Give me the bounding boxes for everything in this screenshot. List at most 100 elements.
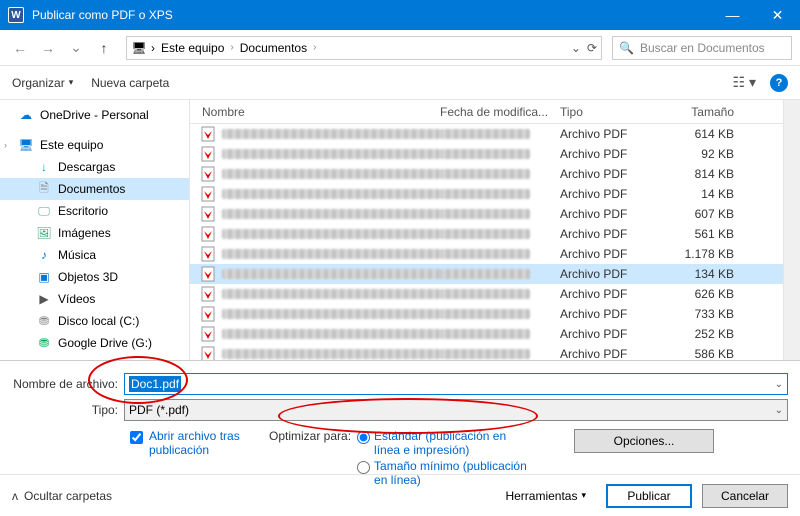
obj3d-icon: ▣ — [36, 270, 52, 284]
breadcrumb-item[interactable]: Este equipo — [159, 41, 226, 55]
file-date-redacted — [440, 289, 530, 299]
recent-dropdown[interactable]: ⌄ — [64, 36, 88, 60]
file-name-redacted — [222, 269, 440, 279]
col-date[interactable]: Fecha de modifica... — [440, 105, 560, 119]
window-title: Publicar como PDF o XPS — [32, 8, 710, 22]
table-row[interactable]: Archivo PDF614 KB — [190, 124, 783, 144]
table-row[interactable]: Archivo PDF733 KB — [190, 304, 783, 324]
help-button[interactable]: ? — [770, 74, 788, 92]
chevron-icon[interactable]: › — [4, 140, 7, 150]
file-size: 626 KB — [670, 287, 750, 301]
sidebar-item[interactable]: ▶ Vídeos — [0, 288, 189, 310]
sidebar-item[interactable]: ⛃ Google Drive (G:) — [0, 332, 189, 354]
pdf-icon — [200, 326, 216, 342]
optimize-label: Optimizar para: — [269, 429, 351, 443]
sidebar-item-label: Google Drive (G:) — [58, 336, 152, 350]
sidebar-item[interactable]: ♪Música — [0, 244, 189, 266]
sidebar-item[interactable]: ›🖥Este equipo — [0, 134, 189, 156]
images-icon: 🖼 — [36, 226, 52, 240]
type-dropdown-icon[interactable]: ⌄ — [775, 405, 783, 416]
minimize-button[interactable]: — — [710, 0, 755, 30]
file-size: 561 KB — [670, 227, 750, 241]
organize-menu[interactable]: Organizar▾ — [12, 76, 73, 90]
file-date-redacted — [440, 149, 530, 159]
table-row[interactable]: Archivo PDF607 KB — [190, 204, 783, 224]
table-row[interactable]: Archivo PDF252 KB — [190, 324, 783, 344]
table-row[interactable]: Archivo PDF1.178 KB — [190, 244, 783, 264]
type-combo[interactable]: PDF (*.pdf) ⌄ — [124, 399, 788, 421]
breadcrumb-item[interactable]: Documentos — [238, 41, 309, 55]
file-type: Archivo PDF — [560, 187, 670, 201]
breadcrumb[interactable]: Este equipo › Documentos › — [159, 41, 318, 55]
tools-menu[interactable]: Herramientas▾ — [505, 489, 586, 503]
pdf-icon — [200, 266, 216, 282]
pc-icon: 🖥 — [18, 138, 34, 152]
sidebar-item-label: Vídeos — [58, 292, 95, 306]
table-row[interactable]: Archivo PDF92 KB — [190, 144, 783, 164]
sidebar-item[interactable]: 🗎Documentos — [0, 178, 189, 200]
desktop-icon: 🖵 — [36, 204, 52, 218]
pdf-icon — [200, 166, 216, 182]
cancel-button[interactable]: Cancelar — [702, 484, 788, 508]
videos-icon: ▶ — [36, 292, 52, 306]
file-name-redacted — [222, 229, 440, 239]
file-name-redacted — [222, 169, 440, 179]
options-button[interactable]: Opciones... — [574, 429, 714, 453]
address-dropdown-icon[interactable]: ⌄ — [571, 41, 581, 55]
publish-button[interactable]: Publicar — [606, 484, 692, 508]
file-date-redacted — [440, 189, 530, 199]
sidebar-item[interactable]: ↓Descargas — [0, 156, 189, 178]
table-row[interactable]: Archivo PDF561 KB — [190, 224, 783, 244]
hide-folders-button[interactable]: ʌ Ocultar carpetas — [12, 489, 112, 503]
file-date-redacted — [440, 269, 530, 279]
view-options-button[interactable]: ☷ ▾ — [733, 74, 756, 91]
sidebar-item[interactable]: 🖼Imágenes — [0, 222, 189, 244]
file-list: Nombre Fecha de modifica... Tipo Tamaño … — [190, 100, 783, 360]
radio-standard-label[interactable]: Estándar (publicación en línea e impresi… — [374, 429, 534, 457]
sidebar-item-label: Música — [58, 248, 96, 262]
file-name-redacted — [222, 289, 440, 299]
sidebar-item[interactable]: ▣ Objetos 3D — [0, 266, 189, 288]
col-name[interactable]: Nombre — [190, 105, 440, 119]
table-row[interactable]: Archivo PDF134 KB — [190, 264, 783, 284]
sidebar-item-label: OneDrive - Personal — [40, 108, 149, 122]
open-after-label[interactable]: Abrir archivo tras publicación — [149, 429, 249, 457]
file-date-redacted — [440, 249, 530, 259]
filename-dropdown-icon[interactable]: ⌄ — [775, 379, 783, 390]
file-name-redacted — [222, 349, 440, 359]
search-input[interactable]: 🔍 Buscar en Documentos — [612, 36, 792, 60]
pdf-icon — [200, 146, 216, 162]
radio-standard[interactable] — [357, 431, 370, 444]
titlebar: W Publicar como PDF o XPS — ✕ — [0, 0, 800, 30]
close-button[interactable]: ✕ — [755, 0, 800, 30]
filename-label: Nombre de archivo: — [12, 377, 124, 391]
table-row[interactable]: Archivo PDF586 KB — [190, 344, 783, 360]
table-row[interactable]: Archivo PDF626 KB — [190, 284, 783, 304]
radio-minimum[interactable] — [357, 461, 370, 474]
file-name-redacted — [222, 249, 440, 259]
table-row[interactable]: Archivo PDF14 KB — [190, 184, 783, 204]
table-row[interactable]: Archivo PDF814 KB — [190, 164, 783, 184]
address-bar[interactable]: 🖥 › Este equipo › Documentos › ⌄ ⟳ — [126, 36, 602, 60]
up-button[interactable]: ↑ — [92, 36, 116, 60]
column-headers[interactable]: Nombre Fecha de modifica... Tipo Tamaño — [190, 100, 783, 124]
file-date-redacted — [440, 349, 530, 359]
sidebar-item[interactable]: ☁OneDrive - Personal — [0, 104, 189, 126]
gdrive-icon: ⛃ — [36, 336, 52, 350]
refresh-icon[interactable]: ⟳ — [587, 41, 597, 55]
back-button[interactable]: ← — [8, 36, 32, 60]
sidebar-item[interactable]: ⛃Disco local (C:) — [0, 310, 189, 332]
col-type[interactable]: Tipo — [560, 105, 670, 119]
sidebar-item-label: Objetos 3D — [58, 270, 118, 284]
col-size[interactable]: Tamaño — [670, 105, 750, 119]
file-size: 134 KB — [670, 267, 750, 281]
forward-button[interactable]: → — [36, 36, 60, 60]
breadcrumb-sep: › — [228, 42, 235, 53]
sidebar-item[interactable]: 🖵Escritorio — [0, 200, 189, 222]
file-date-redacted — [440, 229, 530, 239]
filename-input[interactable]: Doc1.pdf ⌄ — [124, 373, 788, 395]
file-date-redacted — [440, 309, 530, 319]
scrollbar[interactable] — [783, 100, 800, 360]
open-after-checkbox[interactable] — [130, 431, 143, 444]
new-folder-button[interactable]: Nueva carpeta — [91, 76, 169, 90]
